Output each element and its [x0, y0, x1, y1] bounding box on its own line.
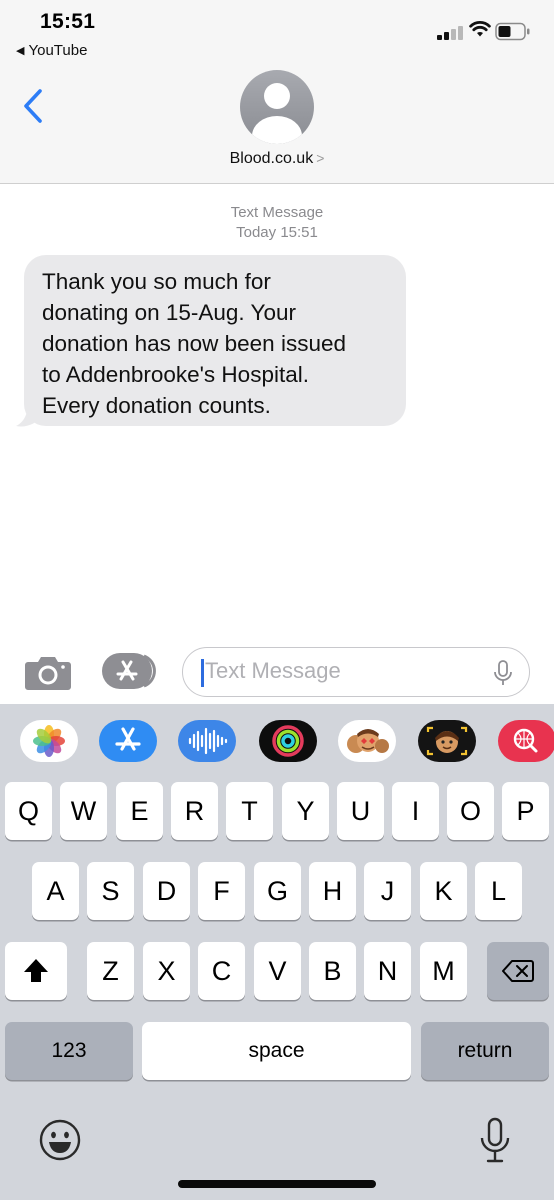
app-store-drawer-icon[interactable] [102, 653, 158, 689]
animoji-icon[interactable] [418, 720, 476, 762]
memoji-stickers-icon[interactable] [338, 720, 396, 762]
message-line: donation has now been issued [42, 331, 346, 356]
space-bar[interactable]: space [142, 1022, 411, 1080]
camera-icon[interactable] [24, 652, 72, 692]
back-to-app-link[interactable]: ◀ YouTube [16, 42, 87, 59]
message-input-placeholder: Text Message [205, 658, 341, 683]
key-b[interactable]: B [309, 942, 356, 1000]
key-f[interactable]: F [198, 862, 245, 920]
backspace-icon [502, 960, 534, 982]
key-l[interactable]: L [475, 862, 522, 920]
incoming-message-bubble[interactable]: Thank you so much for donating on 15-Aug… [24, 255, 406, 426]
back-triangle-icon: ◀ [16, 45, 25, 57]
delete-key[interactable] [487, 942, 549, 1000]
key-v[interactable]: V [254, 942, 301, 1000]
key-g[interactable]: G [254, 862, 301, 920]
conversation-header: Blood.co.uk > [0, 68, 554, 184]
message-line: Every donation counts. [42, 393, 271, 418]
status-bar: 15:51 ◀ YouTube [0, 0, 554, 68]
app-store-icon[interactable] [99, 720, 157, 762]
avatar-body-shape [252, 116, 302, 144]
contact-name-button[interactable]: Blood.co.uk > [0, 150, 554, 168]
activity-icon[interactable] [259, 720, 317, 762]
key-p[interactable]: P [502, 782, 549, 840]
status-time: 15:51 [40, 10, 96, 33]
key-s[interactable]: S [87, 862, 134, 920]
key-i[interactable]: I [392, 782, 439, 840]
home-indicator[interactable] [178, 1180, 376, 1188]
audio-message-icon[interactable] [178, 720, 236, 762]
key-o[interactable]: O [447, 782, 494, 840]
key-t[interactable]: T [226, 782, 273, 840]
dictation-microphone-icon[interactable] [478, 1116, 512, 1166]
key-a[interactable]: A [32, 862, 79, 920]
keyboard-area: Q W E R T Y U I O P A S D F G H J K L Z … [0, 704, 554, 1200]
back-app-label: YouTube [28, 42, 88, 59]
microphone-icon[interactable] [493, 659, 513, 687]
compose-bar: Text Message [0, 640, 554, 704]
imessage-app-drawer [0, 704, 554, 778]
key-u[interactable]: U [337, 782, 384, 840]
key-r[interactable]: R [171, 782, 218, 840]
message-line: to Addenbrooke's Hospital. [42, 362, 309, 387]
shift-arrow-icon [24, 959, 48, 982]
message-timestamp: Today 15:51 [236, 224, 318, 241]
key-x[interactable]: X [143, 942, 190, 1000]
avatar-head-shape [264, 83, 290, 109]
message-line: Thank you so much for [42, 269, 271, 294]
return-key[interactable]: return [421, 1022, 549, 1080]
numbers-key[interactable]: 123 [5, 1022, 133, 1080]
battery-icon [495, 22, 530, 41]
key-e[interactable]: E [116, 782, 163, 840]
key-z[interactable]: Z [87, 942, 134, 1000]
wifi-icon [469, 21, 491, 37]
text-caret [201, 659, 204, 687]
key-q[interactable]: Q [5, 782, 52, 840]
chevron-right-icon: > [316, 150, 325, 166]
key-w[interactable]: W [60, 782, 107, 840]
key-y[interactable]: Y [282, 782, 329, 840]
photos-icon[interactable] [20, 720, 78, 762]
contact-avatar[interactable] [240, 70, 314, 144]
key-j[interactable]: J [364, 862, 411, 920]
key-h[interactable]: H [309, 862, 356, 920]
contact-name: Blood.co.uk [229, 150, 314, 167]
message-line: donating on 15-Aug. Your [42, 300, 296, 325]
key-m[interactable]: M [420, 942, 467, 1000]
shift-key[interactable] [5, 942, 67, 1000]
back-chevron-icon[interactable] [18, 86, 48, 126]
web-images-icon[interactable] [498, 720, 554, 762]
emoji-icon[interactable] [38, 1118, 82, 1162]
cellular-signal-icon [437, 24, 463, 40]
key-n[interactable]: N [364, 942, 411, 1000]
key-d[interactable]: D [143, 862, 190, 920]
key-c[interactable]: C [198, 942, 245, 1000]
message-input[interactable]: Text Message [182, 647, 530, 697]
key-k[interactable]: K [420, 862, 467, 920]
message-service-label: Text Message [230, 204, 324, 221]
